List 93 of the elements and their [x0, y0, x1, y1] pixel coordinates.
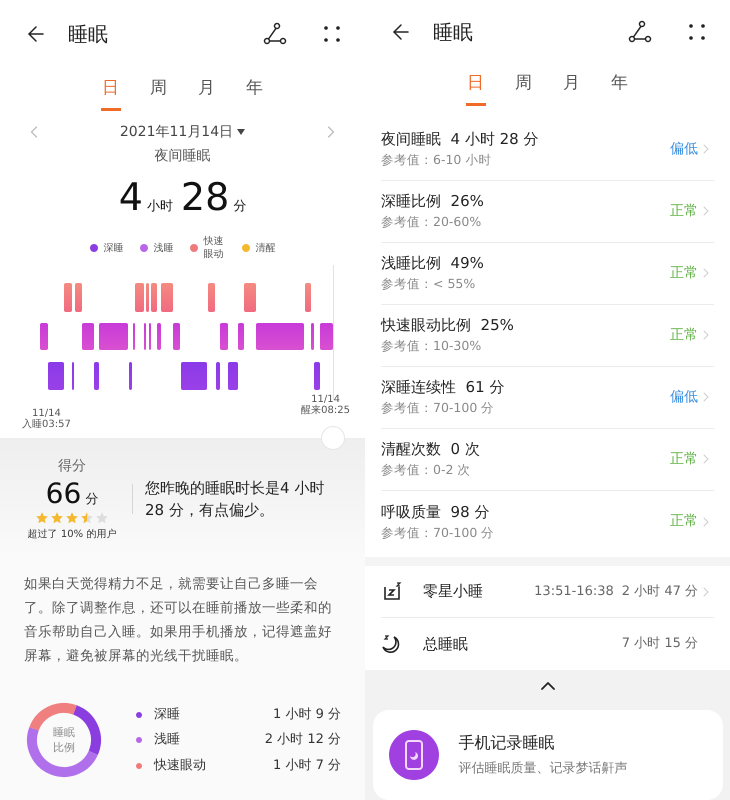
promo-title: 手机记录睡眠: [458, 732, 556, 754]
ratio-value: 1 小时 9 分: [273, 706, 341, 724]
legend-label: 浅睡: [154, 242, 174, 254]
period-tab[interactable]: 月: [196, 76, 216, 110]
advice-text: 如果白天觉得精力不足，就需要让自己多睡一会了。除了调整作息，还可以在睡前播放一些柔和的音乐帮助自己入睡。如果用手机播放，记得遮盖好屏幕，避免被屏幕的光线干扰睡眠。: [0, 560, 365, 668]
sleep-stage-bar: [64, 283, 72, 312]
extra-value: 2 小时 47 分: [622, 582, 698, 601]
metric-title: 清醒次数 0 次: [381, 439, 481, 460]
phone-sleep-icon: [388, 730, 438, 780]
sleep-stage-bar: [173, 323, 180, 350]
sleep-stage-bar: [94, 362, 99, 390]
sleep-start-time: 入睡03:57: [22, 419, 71, 430]
share-icon[interactable]: [628, 20, 652, 44]
metric-title: 浅睡比例 49%: [381, 253, 485, 274]
sleep-stage-bar: [48, 362, 64, 390]
sleep-start-date: 11/14: [32, 408, 61, 419]
period-tab[interactable]: 周: [148, 76, 168, 110]
sleep-stage-bar: [99, 323, 128, 350]
share-icon[interactable]: [263, 22, 287, 46]
sleep-stage-bar: [228, 362, 238, 390]
sleep-stage-bar: [220, 323, 228, 350]
minutes-unit: 分: [233, 198, 246, 216]
metric-reference: 参考值：70-100 分: [381, 524, 496, 542]
ratio-label: 浅睡: [154, 731, 180, 750]
ratio-label: 快速眼动: [154, 756, 206, 775]
hours-unit: 小时: [146, 198, 173, 216]
nap-time: 13:51-16:38: [534, 582, 614, 601]
more-icon[interactable]: [323, 25, 341, 43]
summary-row[interactable]: 零星小睡 13:51-16:38 2 小时 47 分: [381, 566, 714, 618]
score-value: 66: [46, 477, 82, 511]
handle[interactable]: [321, 426, 345, 450]
promo-card[interactable]: 手机记录睡眠 评估睡眠质量、记录梦话鼾声: [372, 710, 722, 800]
sleep-stage-bar: [151, 283, 157, 312]
ratio-value: 1 小时 7 分: [273, 756, 341, 775]
dropdown-icon[interactable]: [237, 129, 246, 135]
sleep-stage-bar: [216, 362, 220, 390]
sleep-stage-bar: [314, 362, 320, 390]
metric-reference: 参考值：6-10 小时: [381, 151, 492, 170]
metric-title: 呼吸质量 98 分: [381, 502, 490, 523]
percentile-text: 超过了 10% 的用户: [28, 528, 116, 542]
sleep-stage-bar: [238, 323, 244, 350]
sleep-stage-bar: [244, 283, 256, 312]
metric-reference: 参考值：20-60%: [381, 213, 482, 232]
page-title: 睡眠: [433, 18, 473, 46]
sleep-stage-bar: [256, 323, 304, 350]
hours-value: 4: [118, 175, 143, 219]
ratio-value: 2 小时 12 分: [264, 731, 341, 750]
metric-title: 深睡连续性 61 分: [381, 377, 506, 398]
extra-label: 总睡眠: [423, 634, 468, 655]
minutes-value: 28: [180, 175, 230, 219]
metric-title: 夜间睡眠 4 小时 28 分: [381, 129, 540, 150]
sleep-stage-bar: [40, 323, 48, 350]
ring-center-label: 睡眠比例: [52, 725, 76, 755]
sleep-stage-bar: [161, 283, 173, 312]
sleep-stage-bar: [181, 362, 207, 390]
score-label: 得分: [58, 457, 86, 476]
metric-reference: 参考值：0-2 次: [381, 461, 472, 480]
sleep-stage-bar: [208, 283, 215, 312]
metric-reference: 参考值：< 55%: [381, 275, 476, 294]
wake-date: 11/14: [311, 394, 340, 405]
ratio-label: 深睡: [154, 706, 180, 724]
score-unit: 分: [85, 491, 98, 509]
nap-icon: [381, 580, 403, 602]
sleep-stage-bar: [320, 323, 333, 350]
period-tab[interactable]: 年: [610, 71, 630, 106]
sleep-stage-bar: [157, 323, 161, 350]
sleep-stage-bar: [82, 323, 94, 350]
sleep-stage-bar: [129, 362, 132, 390]
score-summary: 您昨晚的睡眠时长是4 小时 28 分，有点偏少。: [145, 478, 326, 521]
period-tab[interactable]: 年: [244, 76, 264, 110]
section-title: 夜间睡眠: [154, 147, 210, 166]
legend-label: 清醒: [256, 242, 276, 254]
legend-label: 深睡: [104, 242, 124, 254]
date-label[interactable]: 2021年11月14日: [120, 122, 234, 142]
page-title: 睡眠: [68, 21, 108, 48]
metric-reference: 参考值：10-30%: [381, 337, 482, 356]
wake-time: 醒来08:25: [301, 405, 350, 416]
extra-label: 零星小睡: [423, 581, 483, 602]
metric-reference: 参考值：70-100 分: [381, 399, 496, 418]
period-tab[interactable]: 周: [514, 71, 534, 106]
extra-value: 7 小时 15 分: [622, 635, 698, 654]
period-tab[interactable]: 月: [562, 71, 582, 106]
legend-label: 快速眼动: [204, 235, 224, 261]
metric-title: 快速眼动比例 25%: [381, 315, 515, 336]
sleep-stage-bar: [311, 323, 314, 350]
summary-row[interactable]: 总睡眠 7 小时 15 分: [381, 618, 714, 670]
sleep-stage-bar: [135, 283, 144, 312]
more-icon[interactable]: [688, 22, 706, 41]
sleep-stage-bar: [146, 283, 149, 312]
promo-subtitle: 评估睡眠质量、记录梦话鼾声: [458, 760, 628, 778]
sleep-stage-bar: [305, 283, 311, 312]
sleep-stage-bar: [75, 283, 82, 312]
metric-title: 深睡比例 26%: [381, 191, 485, 212]
